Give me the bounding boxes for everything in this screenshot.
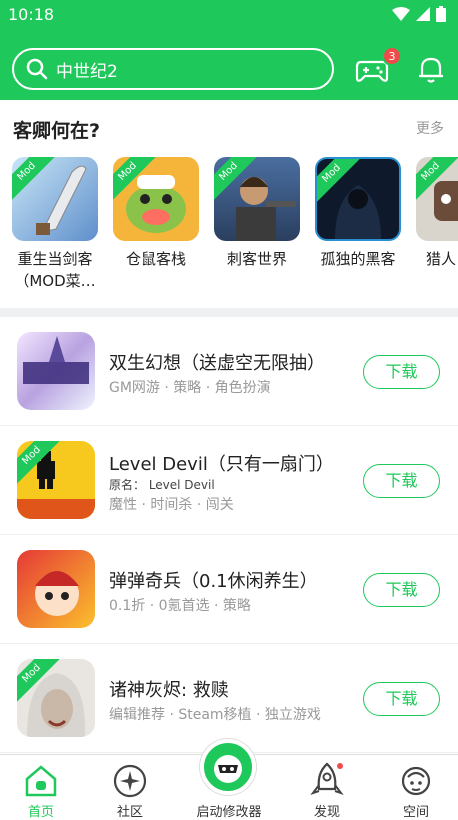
game-title: 弹弹奇兵（0.1休闲养生） xyxy=(109,571,318,592)
game-name: 孤独的黑客 xyxy=(320,250,396,268)
rocket-icon xyxy=(310,762,344,795)
game-thumbnail: Mod xyxy=(12,157,98,241)
game-icon: Mod xyxy=(17,441,95,519)
game-icon: Mod xyxy=(17,659,95,737)
battery-icon xyxy=(436,6,446,22)
section-title: 客卿何在? xyxy=(13,120,101,142)
launch-modifier-button[interactable] xyxy=(200,739,256,795)
status-time: 10:18 xyxy=(8,4,55,24)
search-icon xyxy=(26,58,48,80)
status-bar: 10:18 xyxy=(0,0,458,28)
game-tags: 编辑推荐 · Steam移植 · 独立游戏 xyxy=(109,707,321,723)
tab-label: 启动修改器 xyxy=(196,805,262,820)
tab-label: 社区 xyxy=(116,805,143,820)
featured-item[interactable]: Mod 孤独的黑客 xyxy=(315,157,401,270)
featured-item[interactable]: Mod 重生当剑客（MOD菜… xyxy=(12,157,98,292)
notification-badge: 3 xyxy=(382,46,402,66)
featured-section: 客卿何在? 更多 Mod 重生当剑客（MOD菜… Mod 仓鼠客栈 Mod 刺客… xyxy=(0,100,458,308)
game-icon xyxy=(17,550,95,628)
game-thumbnail: Mod xyxy=(113,157,199,241)
game-name: 猎人 xyxy=(426,250,457,268)
download-button[interactable]: 下载 xyxy=(363,682,440,716)
original-name: 原名： Level Devil xyxy=(109,478,215,492)
signal-icon xyxy=(416,7,430,21)
download-button[interactable]: 下载 xyxy=(363,355,440,389)
bottom-tab-bar: 首页 社区 启动修改器 发现 空间 xyxy=(0,739,458,820)
list-item[interactable]: Mod Level Devil（只有一扇门） 原名： Level Devil 魔… xyxy=(0,426,458,535)
game-title: Level Devil（只有一扇门） xyxy=(109,454,334,475)
game-icon xyxy=(17,332,95,410)
tab-label: 发现 xyxy=(313,805,340,820)
game-tags: 0.1折 · 0氪首选 · 策略 xyxy=(109,598,251,614)
list-item[interactable]: 弹弹奇兵（0.1休闲养生） 0.1折 · 0氪首选 · 策略 下载 xyxy=(0,535,458,644)
download-button[interactable]: 下载 xyxy=(363,464,440,498)
featured-item[interactable]: Mod 刺客世界 xyxy=(214,157,300,270)
game-list: 双生幻想（送虚空无限抽） GM网游 · 策略 · 角色扮演 下载 Mod Lev… xyxy=(0,317,458,754)
game-name: 刺客世界 xyxy=(226,250,287,268)
game-title: 双生幻想（送虚空无限抽） xyxy=(109,353,325,374)
featured-row[interactable]: Mod 重生当剑客（MOD菜… Mod 仓鼠客栈 Mod 刺客世界 Mod 孤独… xyxy=(12,157,458,307)
tab-label: 空间 xyxy=(402,805,429,820)
tab-label: 首页 xyxy=(27,805,54,820)
community-icon xyxy=(113,764,147,798)
header: 中世纪2 3 xyxy=(0,28,458,100)
wifi-icon xyxy=(392,7,410,21)
launcher-icon xyxy=(214,755,242,783)
game-thumbnail: Mod xyxy=(214,157,300,241)
list-item[interactable]: 双生幻想（送虚空无限抽） GM网游 · 策略 · 角色扮演 下载 xyxy=(0,317,458,426)
section-divider xyxy=(0,308,458,317)
game-name: 重生当剑客（MOD菜… xyxy=(14,250,96,290)
profile-icon xyxy=(401,766,431,796)
download-button[interactable]: 下载 xyxy=(363,573,440,607)
list-item[interactable]: Mod 诸神灰烬: 救赎 编辑推荐 · Steam移植 · 独立游戏 下载 xyxy=(0,644,458,753)
search-input[interactable]: 中世纪2 xyxy=(12,48,334,90)
game-title: 诸神灰烬: 救赎 xyxy=(109,680,229,701)
game-thumbnail: Mod xyxy=(315,157,401,241)
more-link[interactable]: 更多 xyxy=(416,118,444,138)
featured-item[interactable]: Mod 猎人 xyxy=(416,157,458,270)
game-name: 仓鼠客栈 xyxy=(125,250,186,268)
game-thumbnail: Mod xyxy=(416,157,458,241)
game-tags: 魔性 · 时间杀 · 闯关 xyxy=(109,497,234,513)
search-text: 中世纪2 xyxy=(56,61,118,82)
featured-item[interactable]: Mod 仓鼠客栈 xyxy=(113,157,199,270)
bell-icon[interactable] xyxy=(416,54,446,84)
home-icon xyxy=(25,765,57,797)
game-tags: GM网游 · 策略 · 角色扮演 xyxy=(109,380,271,396)
